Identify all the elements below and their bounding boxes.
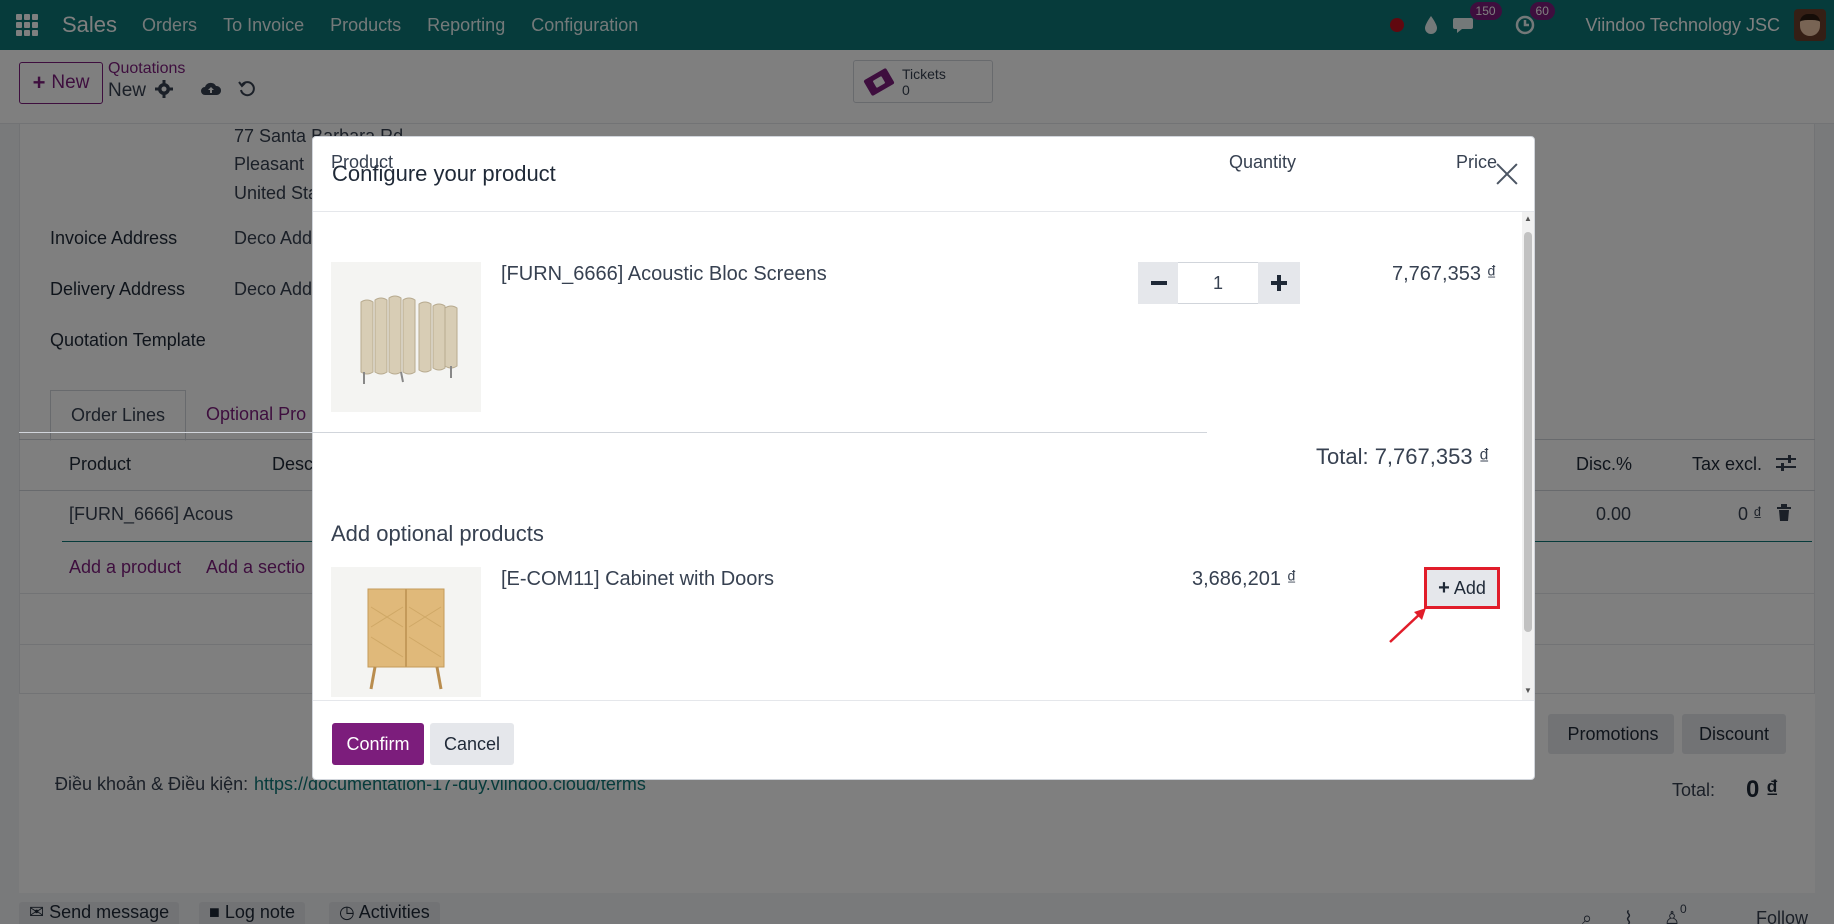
add-button-label: Add (1453, 577, 1486, 598)
main-product-price: 7,767,353 ₫ (1392, 263, 1497, 285)
modal-col-product: Product (331, 152, 394, 172)
main-product-name: [FURN_6666] Acoustic Bloc Screens (501, 263, 827, 285)
minus-icon (1151, 281, 1167, 285)
modal-total: Total: 7,767,353 ₫ (1316, 444, 1490, 469)
dialog-header: Configure your product (313, 137, 1534, 212)
plus-icon: + (1438, 576, 1450, 599)
optional-products-heading: Add optional products (331, 521, 544, 546)
acoustic-screens-image (331, 262, 481, 412)
dialog-scrollbar[interactable]: ▲ ▼ (1522, 212, 1534, 700)
modal-col-quantity: Quantity (1229, 152, 1297, 172)
quantity-plus-button[interactable] (1258, 262, 1300, 304)
optional-product-name: [E-COM11] Cabinet with Doors (501, 568, 775, 590)
quantity-minus-button[interactable] (1138, 262, 1180, 304)
scrollbar-thumb[interactable] (1524, 232, 1532, 632)
annotation-arrow-icon (1389, 608, 1426, 643)
modal-separator (19, 432, 1207, 433)
scroll-up-icon[interactable]: ▲ (1524, 214, 1532, 223)
cancel-button[interactable]: Cancel (430, 723, 514, 765)
optional-product-price: 3,686,201 ₫ (1192, 568, 1297, 590)
modal-col-price: Price (1456, 152, 1498, 172)
quantity-input[interactable]: 1 (1178, 262, 1258, 304)
scroll-down-icon[interactable]: ▼ (1524, 686, 1532, 695)
plus-icon (1271, 275, 1287, 291)
confirm-button[interactable]: Confirm (332, 723, 424, 765)
cabinet-image (331, 567, 481, 697)
dialog-footer: Confirm Cancel (313, 700, 1534, 781)
add-optional-product-button[interactable]: + Add (1424, 567, 1500, 609)
